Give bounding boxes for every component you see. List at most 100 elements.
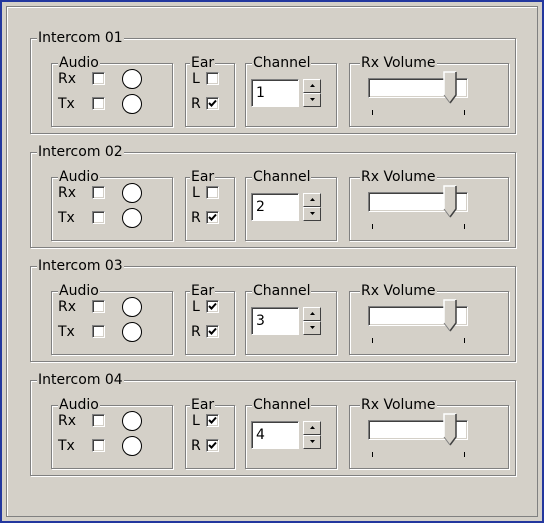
ear-left-checkbox[interactable] bbox=[206, 72, 219, 85]
rx-volume-slider-thumb[interactable] bbox=[443, 299, 457, 337]
channel-input[interactable]: 1 bbox=[251, 79, 299, 107]
ear-left-checkbox[interactable] bbox=[206, 414, 219, 427]
rx-volume-tick-min bbox=[372, 224, 373, 229]
rx-checkbox[interactable] bbox=[92, 300, 105, 313]
ear-right-label: R bbox=[191, 324, 201, 340]
tx-indicator-icon bbox=[122, 322, 142, 342]
channel-spinner bbox=[303, 421, 321, 449]
intercom-title: Intercom 03 bbox=[37, 258, 124, 274]
rx-volume-tick-min bbox=[372, 452, 373, 457]
rx-volume-label: Rx Volume bbox=[360, 397, 437, 413]
ear-left-label: L bbox=[192, 413, 200, 429]
channel-up-button[interactable] bbox=[303, 79, 321, 93]
channel-input[interactable]: 2 bbox=[251, 193, 299, 221]
intercom-panel-window: Intercom 01 Audio Rx Tx Ear L R Channel 1 Rx Volu… bbox=[0, 0, 544, 523]
rx-volume-tick-max bbox=[464, 338, 465, 343]
ear-group: Ear L R bbox=[185, 169, 235, 241]
rx-volume-tick-max bbox=[464, 224, 465, 229]
audio-label: Audio bbox=[58, 397, 100, 413]
ear-left-checkbox[interactable] bbox=[206, 300, 219, 313]
tx-checkbox[interactable] bbox=[92, 211, 105, 224]
tx-checkbox[interactable] bbox=[92, 439, 105, 452]
channel-spinner bbox=[303, 79, 321, 107]
channel-down-button[interactable] bbox=[303, 435, 321, 449]
channel-label: Channel bbox=[252, 283, 312, 299]
channel-group: Channel 1 bbox=[245, 55, 337, 127]
ear-right-label: R bbox=[191, 96, 201, 112]
ear-right-checkbox[interactable] bbox=[206, 211, 219, 224]
intercom-group-4: Intercom 04 Audio Rx Tx Ear L R Channel 4 Rx Volu… bbox=[30, 372, 516, 476]
rx-checkbox[interactable] bbox=[92, 414, 105, 427]
rx-indicator-icon bbox=[122, 297, 142, 317]
channel-up-button[interactable] bbox=[303, 307, 321, 321]
rx-checkbox[interactable] bbox=[92, 72, 105, 85]
ear-right-checkbox[interactable] bbox=[206, 97, 219, 110]
intercom-title: Intercom 01 bbox=[37, 30, 124, 46]
ear-left-checkbox[interactable] bbox=[206, 186, 219, 199]
audio-group: Audio Rx Tx bbox=[51, 283, 173, 355]
audio-group: Audio Rx Tx bbox=[51, 169, 173, 241]
rx-indicator-icon bbox=[122, 411, 142, 431]
ear-label: Ear bbox=[190, 169, 216, 185]
ear-right-label: R bbox=[191, 210, 201, 226]
rx-volume-label: Rx Volume bbox=[360, 283, 437, 299]
channel-label: Channel bbox=[252, 397, 312, 413]
rx-indicator-icon bbox=[122, 69, 142, 89]
rx-volume-group: Rx Volume bbox=[349, 169, 509, 241]
rx-volume-group: Rx Volume bbox=[349, 283, 509, 355]
channel-up-button[interactable] bbox=[303, 193, 321, 207]
channel-up-button[interactable] bbox=[303, 421, 321, 435]
tx-label: Tx bbox=[58, 438, 75, 454]
ear-right-checkbox[interactable] bbox=[206, 325, 219, 338]
rx-volume-tick-max bbox=[464, 452, 465, 457]
intercom-title: Intercom 02 bbox=[37, 144, 124, 160]
audio-group: Audio Rx Tx bbox=[51, 55, 173, 127]
ear-right-label: R bbox=[191, 438, 201, 454]
intercom-group-1: Intercom 01 Audio Rx Tx Ear L R Channel 1 Rx Volu… bbox=[30, 30, 516, 134]
rx-volume-slider-thumb[interactable] bbox=[443, 413, 457, 451]
tx-label: Tx bbox=[58, 324, 75, 340]
channel-label: Channel bbox=[252, 55, 312, 71]
rx-volume-tick-min bbox=[372, 338, 373, 343]
channel-value: 3 bbox=[256, 313, 265, 329]
ear-label: Ear bbox=[190, 397, 216, 413]
rx-volume-group: Rx Volume bbox=[349, 397, 509, 469]
ear-group: Ear L R bbox=[185, 397, 235, 469]
rx-volume-slider-thumb[interactable] bbox=[443, 71, 457, 109]
ear-label: Ear bbox=[190, 55, 216, 71]
ear-group: Ear L R bbox=[185, 55, 235, 127]
tx-indicator-icon bbox=[122, 436, 142, 456]
rx-label: Rx bbox=[58, 185, 77, 201]
channel-input[interactable]: 3 bbox=[251, 307, 299, 335]
rx-label: Rx bbox=[58, 71, 77, 87]
rx-volume-group: Rx Volume bbox=[349, 55, 509, 127]
rx-label: Rx bbox=[58, 299, 77, 315]
audio-label: Audio bbox=[58, 55, 100, 71]
rx-indicator-icon bbox=[122, 183, 142, 203]
channel-value: 4 bbox=[256, 427, 265, 443]
rx-volume-label: Rx Volume bbox=[360, 55, 437, 71]
channel-input[interactable]: 4 bbox=[251, 421, 299, 449]
channel-value: 1 bbox=[256, 85, 265, 101]
tx-checkbox[interactable] bbox=[92, 97, 105, 110]
rx-volume-tick-max bbox=[464, 110, 465, 115]
channel-down-button[interactable] bbox=[303, 93, 321, 107]
channel-down-button[interactable] bbox=[303, 207, 321, 221]
ear-right-checkbox[interactable] bbox=[206, 439, 219, 452]
rx-volume-slider-thumb[interactable] bbox=[443, 185, 457, 223]
channel-down-button[interactable] bbox=[303, 321, 321, 335]
ear-left-label: L bbox=[192, 185, 200, 201]
audio-label: Audio bbox=[58, 283, 100, 299]
ear-left-label: L bbox=[192, 71, 200, 87]
channel-value: 2 bbox=[256, 199, 265, 215]
channel-label: Channel bbox=[252, 169, 312, 185]
rx-checkbox[interactable] bbox=[92, 186, 105, 199]
rx-label: Rx bbox=[58, 413, 77, 429]
audio-label: Audio bbox=[58, 169, 100, 185]
tx-label: Tx bbox=[58, 96, 75, 112]
ear-left-label: L bbox=[192, 299, 200, 315]
rx-volume-tick-min bbox=[372, 110, 373, 115]
intercom-group-2: Intercom 02 Audio Rx Tx Ear L R Channel 2 Rx Volu… bbox=[30, 144, 516, 248]
tx-checkbox[interactable] bbox=[92, 325, 105, 338]
intercom-group-3: Intercom 03 Audio Rx Tx Ear L R Channel 3 Rx Volu… bbox=[30, 258, 516, 362]
